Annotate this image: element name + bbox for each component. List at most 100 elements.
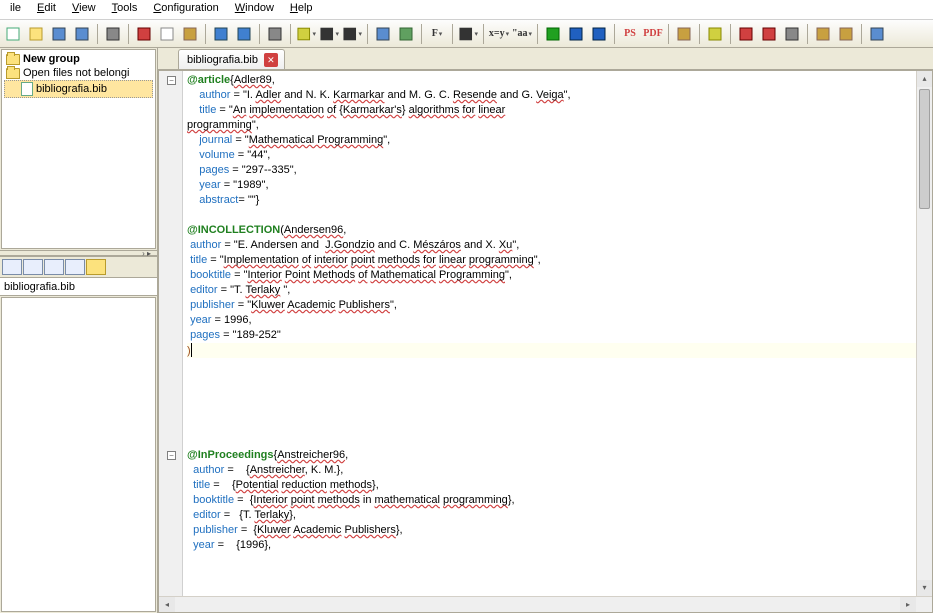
undo-button[interactable] — [210, 23, 232, 45]
code-line[interactable] — [187, 358, 916, 373]
code-line[interactable]: title = {Potential reduction methods}, — [187, 478, 916, 493]
font-button[interactable]: F — [426, 23, 448, 45]
tree-node-open-files-not-belongi[interactable]: Open files not belongi — [4, 66, 153, 80]
menu-edit[interactable]: Edit — [29, 0, 64, 19]
scroll-up-arrow-icon[interactable]: ▴ — [917, 71, 932, 87]
zoom-button[interactable] — [781, 23, 803, 45]
image-button[interactable] — [395, 23, 417, 45]
tree-node-new-group[interactable]: New group — [4, 52, 153, 66]
editor-tab-bibliografia[interactable]: bibliografia.bib ✕ — [178, 49, 285, 69]
scroll-right-arrow-icon[interactable]: ▸ — [900, 597, 916, 612]
code-line[interactable]: editor = {T. Terlaky}, — [187, 508, 916, 523]
greek-button[interactable]: "aa — [511, 23, 533, 45]
code-line[interactable]: volume = "44", — [187, 148, 916, 163]
menu-tools[interactable]: Tools — [104, 0, 146, 19]
code-line[interactable]: journal = "Mathematical Programming", — [187, 133, 916, 148]
acrobat-button[interactable] — [758, 23, 780, 45]
scroll-left-arrow-icon[interactable]: ◂ — [159, 597, 175, 612]
grid2-button[interactable] — [835, 23, 857, 45]
close-icon[interactable]: ✕ — [264, 53, 278, 67]
mini-tab-3[interactable] — [44, 259, 64, 275]
code-line[interactable]: booktitle = "Interior Point Methods of M… — [187, 268, 916, 283]
folder-icon — [6, 54, 20, 65]
mini-tab-4[interactable] — [65, 259, 85, 275]
play-button[interactable] — [565, 23, 587, 45]
forward-button[interactable] — [588, 23, 610, 45]
vertical-scrollbar[interactable]: ▴ ▾ — [916, 71, 932, 596]
menu-ile[interactable]: ile — [2, 0, 29, 19]
code-line[interactable]: publisher = {Kluwer Academic Publishers}… — [187, 523, 916, 538]
scroll-down-arrow-icon[interactable]: ▾ — [917, 580, 932, 596]
redo-button[interactable] — [233, 23, 255, 45]
table-button[interactable] — [372, 23, 394, 45]
code-line[interactable]: author = {Anstreicher, K. M.}, — [187, 463, 916, 478]
menu-configuration[interactable]: Configuration — [145, 0, 226, 19]
mini-tab-1[interactable] — [2, 259, 22, 275]
pdf-button[interactable]: PDF — [642, 23, 664, 45]
copy-button[interactable] — [156, 23, 178, 45]
code-line[interactable]: year = "1989", — [187, 178, 916, 193]
tree-node-label: Open files not belongi — [23, 67, 129, 79]
mini-tab-5[interactable] — [86, 259, 106, 275]
code-line[interactable]: title = "An implementation of {Karmarkar… — [187, 103, 916, 118]
new-project-button[interactable] — [2, 23, 24, 45]
code-line[interactable]: ) — [187, 343, 916, 358]
menu-help[interactable]: Help — [282, 0, 321, 19]
save-button[interactable] — [48, 23, 70, 45]
scroll-thumb[interactable] — [919, 89, 930, 209]
run-button[interactable] — [542, 23, 564, 45]
mini-tab-2[interactable] — [23, 259, 43, 275]
find-button[interactable] — [264, 23, 286, 45]
code-line[interactable]: publisher = "Kluwer Academic Publishers"… — [187, 298, 916, 313]
code-line[interactable]: abstract= ""} — [187, 193, 916, 208]
ghost-button[interactable] — [735, 23, 757, 45]
print-button[interactable] — [102, 23, 124, 45]
grid3-button[interactable] — [866, 23, 888, 45]
code-line[interactable]: editor = "T. Terlaky ", — [187, 283, 916, 298]
mini-window-tabs — [0, 256, 157, 278]
fold-gutter[interactable]: −− — [159, 71, 183, 596]
code-line[interactable] — [187, 388, 916, 403]
cut-button[interactable] — [133, 23, 155, 45]
tree-node-label: bibliografia.bib — [36, 83, 107, 95]
code-line[interactable]: author = "E. Andersen and J.Gondzio and … — [187, 238, 916, 253]
code-line[interactable]: pages = "189-252" — [187, 328, 916, 343]
code-line[interactable] — [187, 208, 916, 223]
file-icon — [21, 82, 33, 96]
horizontal-scrollbar[interactable]: ◂ ▸ — [159, 596, 932, 612]
highlight2-button[interactable] — [704, 23, 726, 45]
numbering-button[interactable] — [341, 23, 363, 45]
menu-window[interactable]: Window — [227, 0, 282, 19]
code-line[interactable]: year = 1996, — [187, 313, 916, 328]
align-button[interactable] — [457, 23, 479, 45]
paste-button[interactable] — [179, 23, 201, 45]
code-line[interactable] — [187, 403, 916, 418]
ps-button[interactable]: PS — [619, 23, 641, 45]
menu-view[interactable]: View — [64, 0, 104, 19]
highlight-button[interactable] — [295, 23, 317, 45]
code-line[interactable]: booktitle = {Interior point methods in m… — [187, 493, 916, 508]
grid1-button[interactable] — [812, 23, 834, 45]
code-editor[interactable]: @article{Adler89, author = "I. Adler and… — [183, 71, 916, 596]
code-line[interactable]: title = "Implementation of interior poin… — [187, 253, 916, 268]
code-line[interactable]: @INCOLLECTION(Andersen96, — [187, 223, 916, 238]
open-button[interactable] — [25, 23, 47, 45]
project-tree[interactable]: New groupOpen files not belongi bibliogra… — [2, 50, 155, 100]
code-line[interactable]: author = "I. Adler and N. K. Karmarkar a… — [187, 88, 916, 103]
code-line[interactable] — [187, 373, 916, 388]
code-line[interactable]: pages = "297--335", — [187, 163, 916, 178]
code-line[interactable] — [187, 418, 916, 433]
fold-toggle-icon[interactable]: − — [167, 76, 176, 85]
next-button[interactable] — [673, 23, 695, 45]
code-line[interactable]: year = {1996}, — [187, 538, 916, 553]
fold-toggle-icon[interactable]: − — [167, 451, 176, 460]
equation-button[interactable]: x=y — [488, 23, 510, 45]
bullets-button[interactable] — [318, 23, 340, 45]
save-all-button[interactable] — [71, 23, 93, 45]
tree-node-bibliografia.bib[interactable]: bibliografia.bib — [4, 80, 153, 98]
editor-tab-bar: bibliografia.bib ✕ — [158, 48, 933, 70]
code-line[interactable]: @article{Adler89, — [187, 73, 916, 88]
code-line[interactable]: programming", — [187, 118, 916, 133]
code-line[interactable]: @InProceedings{Anstreicher96, — [187, 448, 916, 463]
code-line[interactable] — [187, 433, 916, 448]
